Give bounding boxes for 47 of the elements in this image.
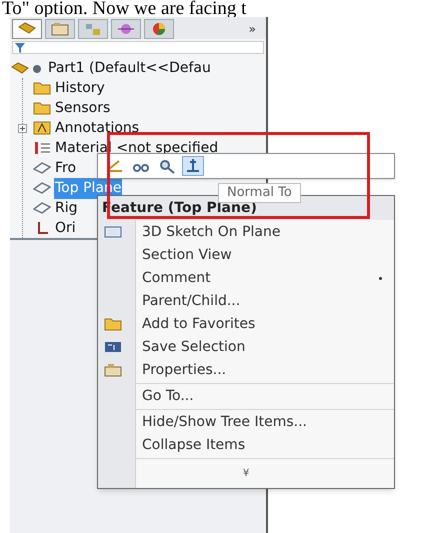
crosshair-icon [117, 22, 135, 36]
menu-item[interactable]: Go To... [136, 385, 394, 408]
plane-icon [33, 181, 51, 195]
menu-item[interactable]: Properties... [136, 359, 394, 382]
plane-icon [33, 201, 51, 215]
folder-icon [104, 317, 122, 331]
sketch-icon [104, 225, 122, 239]
tree-item[interactable]: Fro [54, 158, 78, 178]
expand-menu-button[interactable]: ¥ [242, 466, 250, 481]
filter-icon [15, 42, 25, 52]
tree-item[interactable]: Part1 (Default<<Defau [48, 58, 211, 79]
anchor-icon [184, 158, 202, 174]
pie-icon [150, 22, 168, 36]
panel-tab[interactable] [45, 19, 75, 39]
menu-item[interactable]: Comment [136, 267, 394, 290]
properties-icon [104, 363, 122, 377]
material-icon [33, 141, 51, 155]
menu-item[interactable]: Hide/Show Tree Items... [136, 411, 394, 434]
menu-item[interactable]: Add to Favorites [136, 313, 394, 336]
panel-tab[interactable] [12, 19, 42, 39]
folder-icon [33, 101, 51, 115]
tree-item[interactable]: Rig [54, 198, 79, 218]
panel-tab[interactable] [111, 19, 141, 39]
selection-icon [104, 340, 122, 354]
menu-item[interactable]: 3D Sketch On Plane [136, 221, 394, 244]
config-icon [84, 22, 102, 36]
tree-item[interactable]: Annotations [54, 118, 140, 138]
expand-icon[interactable] [18, 124, 27, 132]
caption-text: To" option. Now we are facing t [1, 0, 248, 17]
part-icon [18, 22, 36, 36]
menu-item[interactable]: Section View [136, 244, 394, 267]
folder-icon [33, 81, 51, 95]
menu-item[interactable]: Save Selection [136, 336, 394, 359]
tooltip: Normal To [218, 183, 301, 203]
plane-icon [33, 161, 51, 175]
tree-item[interactable]: History [54, 78, 106, 98]
tree-item[interactable]: Ori [54, 218, 77, 238]
tree-item[interactable]: Sensors [54, 98, 112, 118]
list-icon [51, 22, 69, 36]
more-tabs-button[interactable]: » [248, 20, 256, 38]
menu-item[interactable]: Collapse Items [136, 434, 394, 457]
annotation-icon [33, 121, 51, 135]
magnifier-icon [158, 158, 176, 174]
panel-tab[interactable] [144, 19, 174, 39]
menu-item[interactable]: Parent/Child... [136, 290, 394, 313]
filter-field[interactable] [12, 41, 264, 54]
toolbar-button[interactable] [182, 156, 204, 176]
